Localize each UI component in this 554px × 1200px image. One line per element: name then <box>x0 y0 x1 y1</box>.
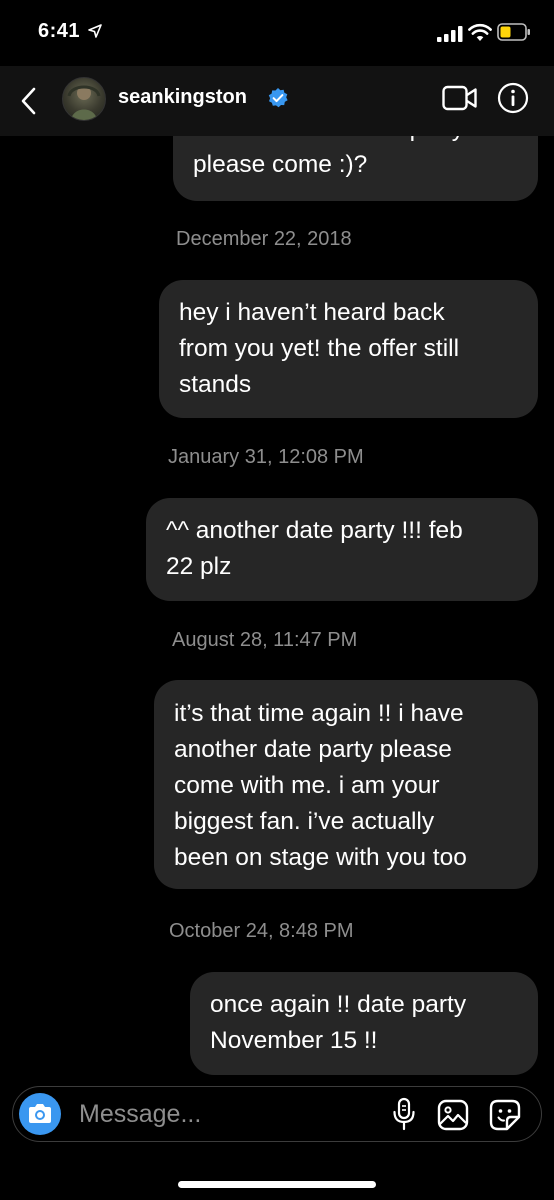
message-timestamp: October 24, 8:48 PM <box>169 920 354 942</box>
sticker-icon[interactable] <box>489 1099 521 1131</box>
back-chevron-icon[interactable] <box>18 86 40 116</box>
info-icon[interactable] <box>497 82 529 114</box>
chat-header: seankingston <box>0 66 554 136</box>
camera-icon <box>29 1104 51 1123</box>
gallery-icon[interactable] <box>437 1099 469 1131</box>
verified-badge-icon <box>268 88 288 108</box>
video-call-icon[interactable] <box>442 84 478 112</box>
location-arrow-icon <box>88 24 102 38</box>
wifi-icon <box>468 23 492 41</box>
message-composer <box>12 1086 542 1142</box>
message-timestamp: January 31, 12:08 PM <box>168 446 364 468</box>
microphone-icon[interactable] <box>391 1097 417 1131</box>
message-timestamp: August 28, 11:47 PM <box>172 629 358 651</box>
message-bubble[interactable]: hey i haven’t heard back from you yet! t… <box>159 280 538 418</box>
camera-button[interactable] <box>19 1093 61 1135</box>
message-bubble[interactable]: it’s that time again !! i have another d… <box>154 680 538 889</box>
message-bubble[interactable]: i have another date party please come :)… <box>173 136 538 201</box>
message-input[interactable] <box>79 1097 359 1131</box>
status-bar: 6:41 <box>0 0 554 66</box>
cellular-signal-icon <box>437 26 463 42</box>
battery-icon <box>497 23 530 41</box>
message-bubble[interactable]: ^^ another date party !!! feb 22 plz <box>146 498 538 601</box>
avatar[interactable] <box>62 77 106 121</box>
message-bubble[interactable]: once again !! date party November 15 !! <box>190 972 538 1075</box>
message-timestamp: December 22, 2018 <box>176 228 352 250</box>
username[interactable]: seankingston <box>118 86 247 109</box>
message-thread[interactable]: i have another date party please come :)… <box>0 136 554 1084</box>
status-time: 6:41 <box>38 20 81 42</box>
home-indicator[interactable] <box>178 1181 376 1188</box>
